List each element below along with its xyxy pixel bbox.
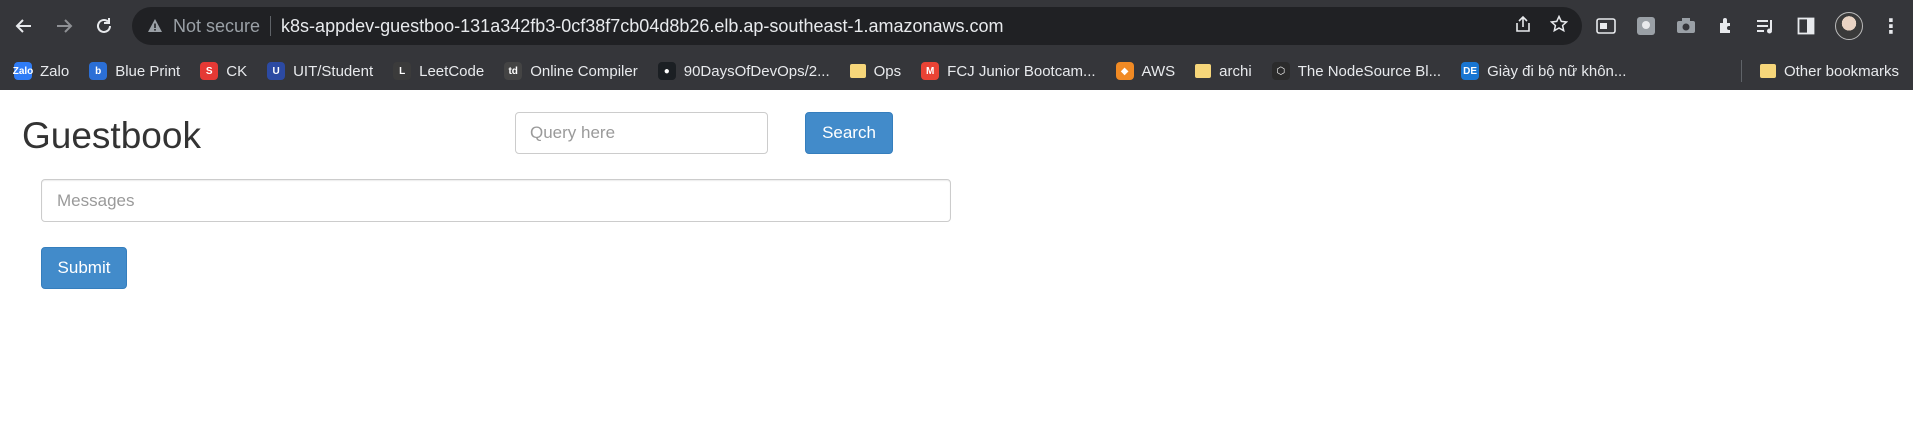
bookmark-item[interactable]: L LeetCode [385,56,492,86]
camera-icon[interactable] [1675,15,1697,37]
bookmark-item[interactable]: archi [1187,56,1260,86]
query-input[interactable] [515,112,768,154]
security-status[interactable]: Not secure [173,16,260,37]
bookmark-item[interactable]: ● 90DaysOfDevOps/2... [650,56,838,86]
favicon-icon: ⬡ [1271,62,1290,80]
playlist-icon[interactable] [1755,15,1777,37]
favicon-icon: M [921,62,940,80]
bookmark-label: Ops [873,62,902,80]
forward-icon[interactable] [48,10,80,42]
bookmark-item[interactable]: U UIT/Student [259,56,381,86]
bookmark-label: UIT/Student [293,62,374,80]
back-icon[interactable] [8,10,40,42]
favicon-icon: ◆ [1115,62,1134,80]
reload-icon[interactable] [88,10,120,42]
star-icon[interactable] [1549,14,1569,38]
other-bookmarks[interactable]: Other bookmarks [1752,56,1907,86]
share-icon[interactable] [1514,15,1532,38]
bookmarks-bar: Zalo Zalo b Blue Print S CK U UIT/Student L LeetC… [0,52,1913,90]
favicon-icon: DE [1461,62,1480,80]
bookmark-label: 90DaysOfDevOps/2... [683,62,830,80]
favicon-icon: L [393,62,412,80]
bookmark-label: Blue Print [115,62,181,80]
folder-icon [1759,64,1776,78]
bookmark-item[interactable]: Ops [842,56,910,86]
bookmark-item[interactable]: b Blue Print [81,56,188,86]
kebab-icon[interactable]: ⋮ [1881,14,1901,39]
favicon-icon: U [267,62,286,80]
bookmark-label: Online Compiler [530,62,638,80]
avatar[interactable] [1835,12,1863,40]
sidepanel-icon[interactable] [1795,15,1817,37]
favicon-icon: ● [657,62,676,80]
bookmark-item[interactable]: S CK [192,56,255,86]
bookmark-label: FCJ Junior Bootcam... [947,62,1096,80]
url-text[interactable]: k8s-appdev-guestboo-131a342fb3-0cf38f7cb… [281,16,1004,37]
messages-input[interactable] [41,179,951,222]
folder-icon [1195,64,1212,78]
browser-toolbar: Not secure k8s-appdev-guestboo-131a342fb… [0,0,1913,52]
bookmark-label: LeetCode [419,62,485,80]
favicon-icon: b [89,62,108,80]
bookmark-item[interactable]: M FCJ Junior Bootcam... [913,56,1103,86]
bookmark-label: CK [226,62,248,80]
favicon-icon: td [504,62,523,80]
puzzle-icon[interactable] [1635,15,1657,37]
media-icon[interactable] [1595,15,1617,37]
extensions-icon[interactable] [1715,15,1737,37]
bookmark-label: AWS [1141,62,1176,80]
bookmark-item[interactable]: ⬡ The NodeSource Bl... [1264,56,1449,86]
bookmark-label: Zalo [40,62,70,80]
folder-icon [849,64,866,78]
other-bookmarks-label: Other bookmarks [1783,62,1899,80]
bookmark-item[interactable]: DE Giày đi bộ nữ khôn... [1453,56,1634,86]
page-content: Guestbook Search Submit [0,90,1913,421]
submit-button[interactable]: Submit [41,247,127,289]
bookmark-label: archi [1219,62,1252,80]
search-button[interactable]: Search [805,112,893,154]
page-title: Guestbook [22,115,201,156]
bookmark-label: The NodeSource Bl... [1297,62,1442,80]
favicon-icon: S [200,62,219,80]
bookmark-item[interactable]: Zalo Zalo [6,56,77,86]
bookmark-item[interactable]: td Online Compiler [496,56,646,86]
address-bar[interactable]: Not secure k8s-appdev-guestboo-131a342fb… [132,7,1582,45]
favicon-icon: Zalo [13,62,33,80]
divider [270,16,272,36]
bookmarks-divider [1740,60,1742,82]
bookmark-label: Giày đi bộ nữ khôn... [1487,62,1627,80]
warning-icon[interactable] [147,18,163,34]
bookmark-item[interactable]: ◆ AWS [1108,56,1184,86]
